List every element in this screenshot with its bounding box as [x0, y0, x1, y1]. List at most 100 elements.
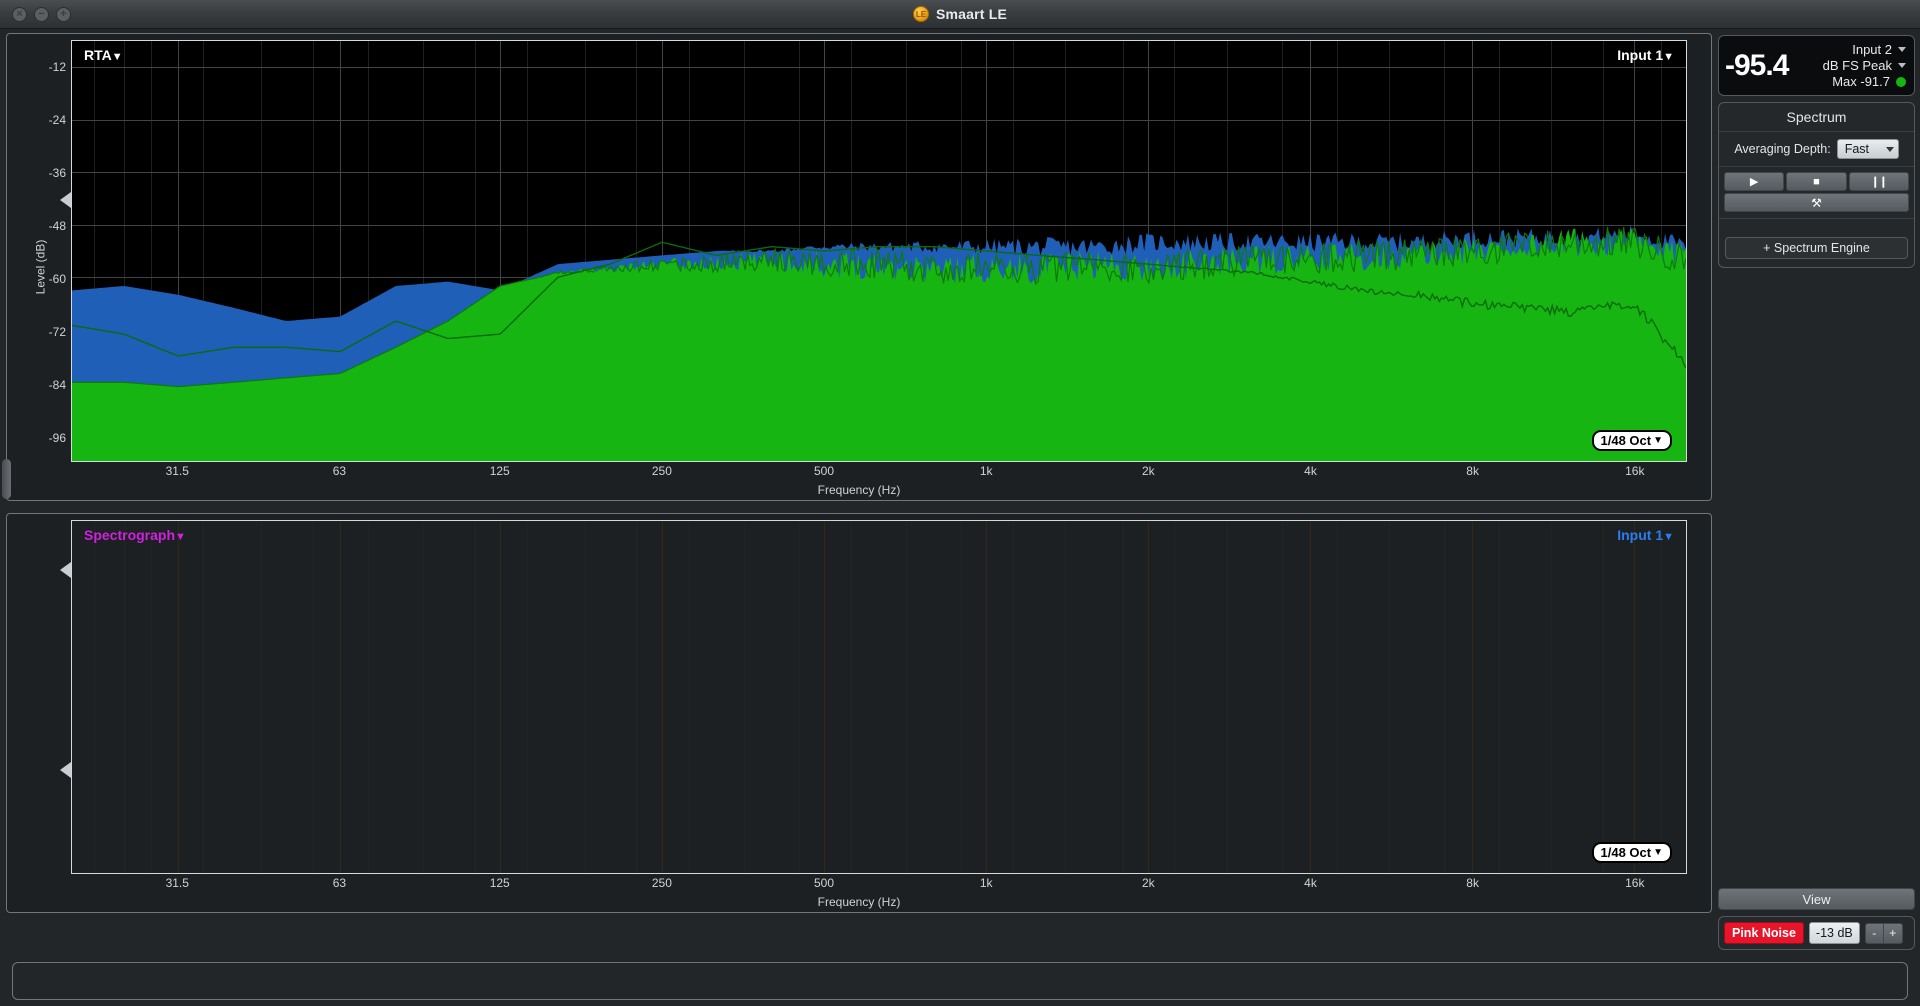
gridline-minor [1550, 521, 1552, 873]
gridline [1633, 521, 1635, 873]
gridline [500, 521, 502, 873]
meter-info: Input 2 dB FS Peak Max -91.7 [1823, 42, 1906, 89]
gridline-minor [1174, 521, 1176, 873]
add-spectrum-engine-button[interactable]: + Spectrum Engine [1725, 237, 1908, 259]
pink-noise-button[interactable]: Pink Noise [1724, 922, 1804, 944]
stop-button[interactable]: ■ [1786, 172, 1847, 191]
gridline-minor [150, 521, 152, 873]
gridline [1309, 521, 1311, 873]
bottom-toolbar [0, 955, 1920, 1006]
rta-y-tick: -24 [48, 112, 66, 127]
spectrograph-resolution-selector[interactable]: 1/48 Oct ▼ [1591, 842, 1672, 863]
rta-plot-panel: Level (dB) -12 -24 -36 -48 -60 -72 -84 -96 RTA▼… [6, 33, 1712, 501]
spectrograph-x-ticks: 31.5 63 125 250 500 1k 2k 4k 8k 16k [71, 876, 1687, 890]
gridline-minor [799, 521, 801, 873]
hammer-wrench-icon: ⚒ [1811, 195, 1822, 210]
maximize-icon[interactable]: + [56, 6, 71, 22]
x-axis-tick: 31.5 [165, 876, 189, 890]
x-axis-tick: 8k [1466, 876, 1479, 890]
averaging-depth-row: Averaging Depth: Fast [1719, 132, 1914, 167]
gridline [1471, 521, 1473, 873]
x-axis-tick: 31.5 [165, 464, 189, 478]
gridline-minor [202, 521, 204, 873]
gridline-minor [1226, 521, 1228, 873]
gridline [824, 521, 826, 873]
meter-unit-selector[interactable]: dB FS Peak [1823, 58, 1906, 73]
spectrum-engine-list [1719, 219, 1914, 233]
rta-graph-canvas[interactable]: RTA▼ Input 1▼ 1/48 Oct ▼ [71, 40, 1687, 462]
gridline [662, 521, 664, 873]
averaging-depth-select[interactable]: Fast [1836, 139, 1899, 159]
meter-source-selector[interactable]: Input 2 [1852, 42, 1906, 57]
generator-level-stepper: - + [1864, 922, 1903, 944]
x-axis-tick: 4k [1304, 876, 1317, 890]
gridline-minor [526, 521, 528, 873]
stop-icon: ■ [1813, 175, 1820, 188]
close-icon[interactable]: × [12, 6, 27, 22]
gridline-minor [636, 521, 638, 873]
gridline [178, 521, 180, 873]
right-sidebar: -95.4 Input 2 dB FS Peak Max -91.7 Spect… [1718, 29, 1920, 955]
rta-x-ticks: 31.5 63 125 250 500 1k 2k 4k 8k 16k [71, 464, 1687, 478]
x-axis-tick: 125 [489, 464, 510, 478]
level-meter-panel: -95.4 Input 2 dB FS Peak Max -91.7 [1718, 35, 1915, 96]
play-button[interactable]: ▶ [1724, 172, 1785, 191]
minimize-icon[interactable]: − [34, 6, 49, 22]
x-axis-tick: 63 [332, 464, 347, 478]
rta-vertical-scroll-handle[interactable] [2, 459, 11, 499]
gridline-minor [1499, 521, 1501, 873]
rta-resolution-selector[interactable]: 1/48 Oct ▼ [1591, 430, 1672, 451]
spectrograph-type-selector[interactable]: Spectrograph▼ [84, 527, 186, 543]
signal-status-indicator [1896, 76, 1906, 87]
spectrograph-canvas[interactable]: Spectrograph▼ Input 1▼ 1/48 Oct ▼ [71, 520, 1687, 874]
spectrum-panel-title: Spectrum [1719, 103, 1914, 132]
rta-source-selector-left[interactable]: RTA▼ [84, 47, 123, 63]
x-axis-tick: 1k [979, 464, 993, 478]
plots-column: Level (dB) -12 -24 -36 -48 -60 -72 -84 -96 RTA▼… [0, 29, 1718, 981]
generator-level-field[interactable]: -13 dB [1808, 922, 1860, 944]
main-area: Level (dB) -12 -24 -36 -48 -60 -72 -84 -96 RTA▼… [0, 29, 1920, 981]
gridline-minor [1602, 521, 1604, 873]
generator-bar: Pink Noise -13 dB - + [1718, 916, 1915, 950]
title-bar: × − + LE Smaart LE [0, 0, 1920, 29]
gridline-minor [1661, 521, 1663, 873]
x-axis-tick: 16k [1625, 464, 1645, 478]
gridline-minor [1064, 521, 1066, 873]
gridline-minor [474, 521, 476, 873]
tools-row: ⚒ [1719, 193, 1914, 218]
tools-button[interactable]: ⚒ [1724, 193, 1909, 212]
generator-level-decrease[interactable]: - [1864, 922, 1884, 944]
window-controls: × − + [12, 6, 71, 22]
gridline-minor [1444, 521, 1446, 873]
x-axis-tick: 2k [1141, 464, 1155, 478]
play-icon: ▶ [1749, 176, 1759, 188]
spectrograph-source-selector[interactable]: Input 1▼ [1617, 527, 1674, 543]
spectrograph-marker-top[interactable] [60, 562, 71, 578]
spectrograph-panel: Spectrograph▼ Input 1▼ 1/48 Oct ▼ 31.5 63 1… [6, 513, 1712, 913]
sidebar-bottom-group: View Pink Noise -13 dB - + [1718, 888, 1915, 955]
chevron-down-icon [1885, 146, 1894, 152]
rta-source-selector-right[interactable]: Input 1▼ [1617, 47, 1674, 63]
x-axis-tick: 4k [1304, 464, 1317, 478]
x-axis-tick: 16k [1625, 876, 1645, 890]
rta-y-tick: -96 [48, 430, 66, 445]
transport-controls: ▶ ■ ❙❙ [1719, 167, 1914, 193]
gridline-minor [906, 521, 908, 873]
gridline-minor [585, 521, 587, 873]
gridline-minor [423, 521, 425, 873]
gridline-minor [961, 521, 963, 873]
gridline-minor [1388, 521, 1390, 873]
rta-x-axis-label: Frequency (Hz) [817, 483, 901, 497]
gridline-minor [850, 521, 852, 873]
spectrograph-marker-bottom[interactable] [60, 762, 71, 778]
averaging-depth-label: Averaging Depth: [1734, 142, 1831, 156]
generator-level-increase[interactable]: + [1883, 922, 1903, 944]
window-title: Smaart LE [935, 6, 1008, 22]
gridline-minor [368, 521, 370, 873]
rta-level-marker[interactable] [60, 192, 71, 208]
chevron-down-icon [1898, 63, 1906, 68]
pause-button[interactable]: ❙❙ [1848, 172, 1909, 191]
spectrum-control-panel: Spectrum Averaging Depth: Fast ▶ ■ ❙❙ ⚒ … [1718, 102, 1915, 268]
view-button[interactable]: View [1718, 888, 1915, 910]
